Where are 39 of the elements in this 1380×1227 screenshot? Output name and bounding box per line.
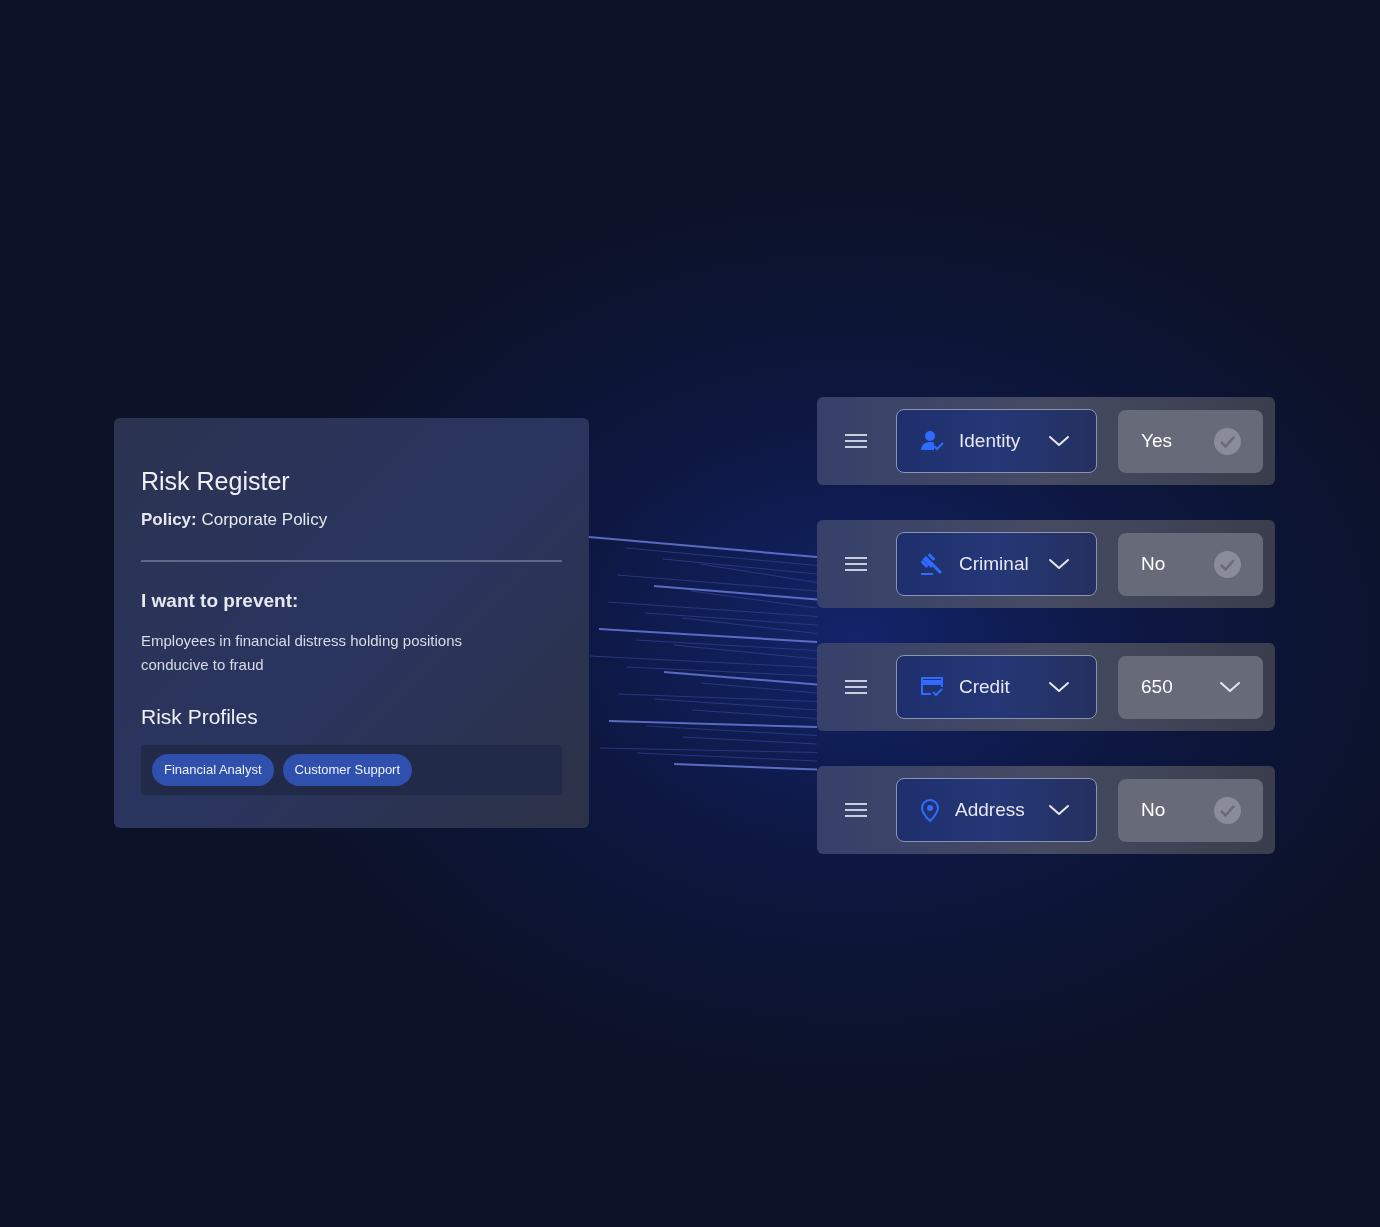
value-check-field[interactable]: No bbox=[1118, 532, 1263, 596]
profile-tag: Customer Support bbox=[282, 754, 413, 786]
category-dropdown[interactable]: Criminal bbox=[896, 532, 1097, 596]
chevron-down-icon bbox=[1048, 435, 1070, 447]
chevron-down-icon bbox=[1219, 681, 1241, 693]
category-label: Address bbox=[955, 797, 1026, 822]
category-label: Criminal bbox=[959, 551, 1030, 576]
drag-handle-icon[interactable] bbox=[845, 557, 867, 571]
check-circle-icon bbox=[1214, 427, 1241, 455]
profiles-heading: Risk Profiles bbox=[141, 704, 259, 731]
chevron-down-icon bbox=[1048, 558, 1070, 570]
profile-tag: Financial Analyst bbox=[152, 754, 274, 786]
value-label: Yes bbox=[1141, 428, 1172, 453]
prevent-description: Employees in financial distress holding positions conducive to fraud bbox=[141, 631, 463, 676]
card-check-icon bbox=[920, 676, 944, 698]
person-check-icon bbox=[920, 430, 944, 452]
policy-text: Policy: Corporate Policy bbox=[141, 509, 329, 532]
chevron-down-icon bbox=[1048, 804, 1070, 816]
chevron-down-icon bbox=[1048, 681, 1070, 693]
gavel-icon bbox=[920, 552, 944, 576]
value-label: No bbox=[1141, 551, 1166, 576]
value-check-field[interactable]: No bbox=[1118, 778, 1263, 842]
drag-handle-icon[interactable] bbox=[845, 434, 867, 448]
value-check-field[interactable]: Yes bbox=[1118, 409, 1263, 473]
category-dropdown[interactable]: Address bbox=[896, 778, 1097, 842]
category-dropdown[interactable]: Identity bbox=[896, 409, 1097, 473]
category-label: Identity bbox=[959, 428, 1022, 453]
location-pin-icon bbox=[920, 798, 940, 822]
drag-handle-icon[interactable] bbox=[845, 803, 867, 817]
category-dropdown[interactable]: Credit bbox=[896, 655, 1097, 719]
card-title: Risk Register bbox=[141, 466, 291, 497]
check-circle-icon bbox=[1214, 550, 1241, 578]
check-circle-icon bbox=[1214, 796, 1241, 824]
category-label: Credit bbox=[959, 674, 1011, 699]
drag-handle-icon[interactable] bbox=[845, 680, 867, 694]
prevent-heading: I want to prevent: bbox=[141, 588, 300, 613]
value-label: No bbox=[1141, 797, 1166, 822]
value-dropdown[interactable]: 650 bbox=[1118, 655, 1263, 719]
value-label: 650 bbox=[1141, 674, 1173, 699]
